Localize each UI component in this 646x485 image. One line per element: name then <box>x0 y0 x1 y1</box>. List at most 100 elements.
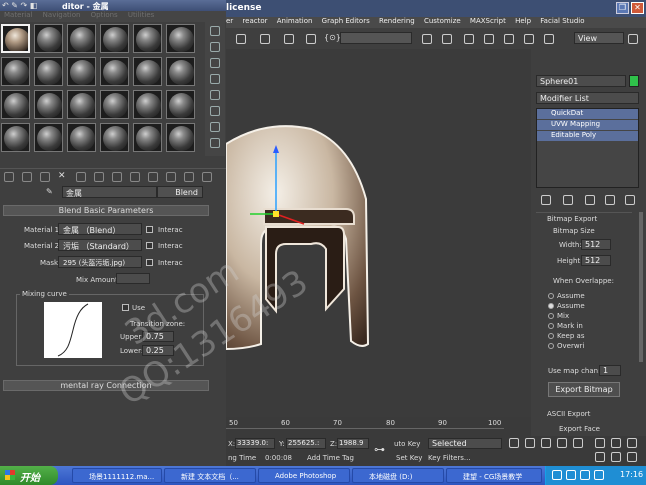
menu-options[interactable]: Options <box>91 11 118 19</box>
show-end-result-icon[interactable] <box>563 195 573 205</box>
pan-icon[interactable] <box>595 452 605 462</box>
sample-slot[interactable] <box>166 90 195 119</box>
overlap-option[interactable]: Keep as <box>548 332 584 340</box>
rollout-blend-basic[interactable]: Blend Basic Parameters <box>3 205 209 216</box>
snap-icon[interactable] <box>260 34 270 44</box>
render-icon[interactable] <box>628 34 638 44</box>
mask-enable-checkbox[interactable] <box>146 259 153 266</box>
map-chan-spinner[interactable]: 1 <box>599 365 621 376</box>
backlight-icon[interactable] <box>210 42 220 52</box>
menu-item[interactable]: Graph Editors <box>322 17 370 25</box>
sample-slot[interactable] <box>100 90 129 119</box>
layer-icon[interactable] <box>464 34 474 44</box>
overlap-option[interactable]: Mix <box>548 312 569 320</box>
sample-slot[interactable] <box>34 24 63 53</box>
sample-slot[interactable] <box>67 123 96 152</box>
sample-slot[interactable] <box>166 57 195 86</box>
sample-slot[interactable] <box>1 90 30 119</box>
show-map-icon[interactable] <box>148 172 158 182</box>
menu-item[interactable]: Help <box>515 17 531 25</box>
menu-utilities[interactable]: Utilities <box>128 11 154 19</box>
percent-snap-icon[interactable] <box>306 34 316 44</box>
menu-item[interactable]: Customize <box>424 17 461 25</box>
maximize-viewport-icon[interactable] <box>627 452 637 462</box>
key-icon[interactable]: ⊶ <box>374 443 385 456</box>
mirror-icon[interactable] <box>422 34 432 44</box>
material2-enable-checkbox[interactable] <box>146 242 153 249</box>
width-spinner[interactable]: 512 <box>581 239 611 250</box>
stack-item[interactable]: Editable Poly <box>537 131 638 141</box>
make-unique-icon[interactable] <box>585 195 595 205</box>
tray-icon[interactable] <box>580 470 590 480</box>
sample-slot[interactable] <box>166 123 195 152</box>
sample-slot[interactable] <box>67 24 96 53</box>
align-icon[interactable] <box>442 34 452 44</box>
tray-icon[interactable] <box>566 470 576 480</box>
y-coord-field[interactable]: 255625.: <box>286 438 326 449</box>
zoom-icon[interactable] <box>595 438 605 448</box>
overlap-option[interactable]: Assume <box>548 292 585 300</box>
orbit-icon[interactable] <box>611 452 621 462</box>
sample-slot[interactable] <box>67 57 96 86</box>
set-key-button[interactable]: Set Key <box>396 454 422 462</box>
remove-modifier-icon[interactable] <box>605 195 615 205</box>
sample-slot[interactable] <box>133 24 162 53</box>
sample-slot[interactable] <box>133 57 162 86</box>
show-end-result-icon[interactable] <box>166 172 176 182</box>
overlap-option[interactable]: Mark in <box>548 322 583 330</box>
sample-slot[interactable] <box>1 123 30 152</box>
tool-icon[interactable] <box>236 34 246 44</box>
configure-sets-icon[interactable] <box>625 195 635 205</box>
render-setup-icon[interactable] <box>544 34 554 44</box>
stack-item[interactable]: QuickDat <box>537 109 638 119</box>
menu-item[interactable]: Rendering <box>379 17 415 25</box>
close-icon[interactable]: ✕ <box>631 2 644 14</box>
object-color-swatch[interactable] <box>629 75 639 87</box>
sample-slot[interactable] <box>100 24 129 53</box>
x-coord-field[interactable]: 33339.0: <box>235 438 275 449</box>
menu-item[interactable]: er <box>226 17 233 25</box>
sample-slot[interactable] <box>133 90 162 119</box>
play-icon[interactable] <box>541 438 551 448</box>
mix-amount-spinner[interactable] <box>116 273 150 284</box>
uv-tiling-icon[interactable] <box>210 74 220 84</box>
material1-enable-checkbox[interactable] <box>146 226 153 233</box>
menu-item[interactable]: reactor <box>242 17 267 25</box>
mask-interactive-radio[interactable]: Interac <box>158 259 183 267</box>
object-name-field[interactable]: Sphere01 <box>536 75 626 87</box>
overlap-option[interactable]: Overwri <box>548 342 584 350</box>
copy-material-icon[interactable] <box>76 172 86 182</box>
sample-slot[interactable] <box>34 57 63 86</box>
previous-frame-icon[interactable] <box>525 438 535 448</box>
video-check-icon[interactable] <box>210 90 220 100</box>
taskbar-item[interactable]: Adobe Photoshop <box>258 468 350 483</box>
taskbar-item[interactable]: 新建 文本文档（... <box>164 468 256 483</box>
selection-set-dropdown[interactable] <box>340 32 412 44</box>
put-to-scene-icon[interactable] <box>22 172 32 182</box>
schematic-icon[interactable] <box>504 34 514 44</box>
material1-button[interactable]: 金属 （Blend） <box>58 223 142 235</box>
sample-slot[interactable] <box>67 90 96 119</box>
sample-slot[interactable] <box>1 24 30 53</box>
pin-stack-icon[interactable] <box>541 195 551 205</box>
sample-slot[interactable] <box>100 57 129 86</box>
sample-type-icon[interactable] <box>210 26 220 36</box>
curve-editor-icon[interactable] <box>484 34 494 44</box>
z-coord-field[interactable]: 1988.9 <box>337 438 369 449</box>
menu-item[interactable]: MAXScript <box>470 17 506 25</box>
assign-material-icon[interactable] <box>40 172 50 182</box>
taskbar-item[interactable]: 建望 - CG场景教学 <box>446 468 542 483</box>
go-to-end-icon[interactable] <box>573 438 583 448</box>
height-spinner[interactable]: 512 <box>581 255 611 266</box>
start-button[interactable]: 开始 <box>0 466 58 485</box>
material2-interactive-radio[interactable]: Interac <box>158 242 183 250</box>
export-bitmap-button[interactable]: Export Bitmap <box>548 382 620 397</box>
menu-item[interactable]: Animation <box>277 17 313 25</box>
taskbar-item[interactable]: 本地磁盘 (D:) <box>352 468 444 483</box>
options-icon[interactable] <box>210 122 220 132</box>
stack-item[interactable]: UVW Mapping <box>537 120 638 130</box>
sample-slot[interactable] <box>34 123 63 152</box>
menu-navigation[interactable]: Navigation <box>43 11 81 19</box>
taskbar-item[interactable]: 场景1111112.ma... <box>72 468 162 483</box>
menu-item[interactable]: Facial Studio <box>540 17 584 25</box>
